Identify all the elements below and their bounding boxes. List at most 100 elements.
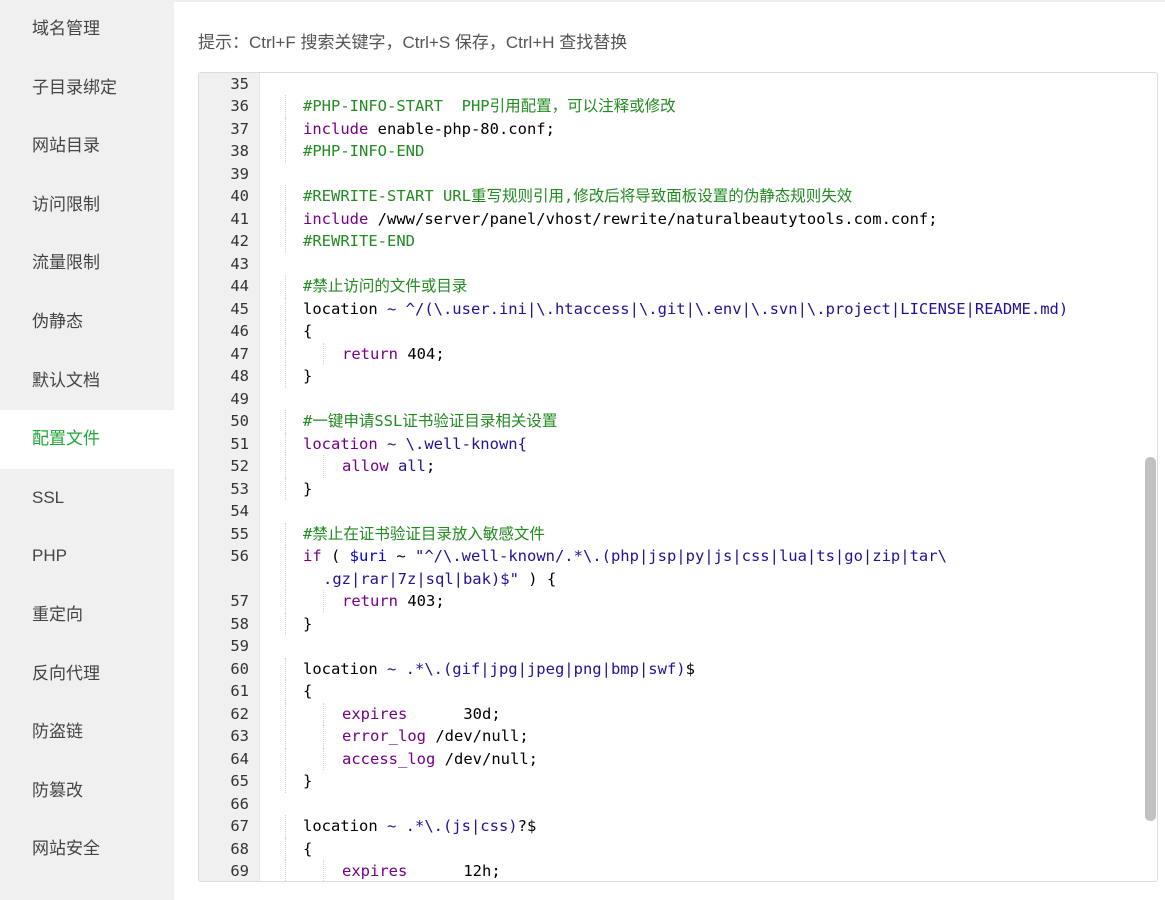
line-text: include /www/server/panel/vhost/rewrite/… [303, 208, 938, 231]
code-token: ?$ [517, 817, 537, 835]
sidebar-item-7[interactable]: 配置文件 [0, 410, 174, 469]
indent-guide [285, 117, 286, 140]
line-number: 45 [230, 299, 249, 318]
line-text: return 403; [342, 590, 445, 613]
line-number: 49 [230, 389, 249, 408]
line-number: 44 [230, 277, 249, 295]
code-token: ~ \.well-known{ [377, 434, 527, 453]
indent-guide [323, 455, 324, 478]
code-token: 403; [398, 592, 445, 610]
sidebar-item-4[interactable]: 流量限制 [0, 234, 174, 293]
code-line: 48} [199, 365, 1157, 388]
line-number: 43 [230, 254, 249, 273]
code-token: { [303, 682, 313, 700]
code-token: allow [342, 457, 389, 475]
indent-guide [285, 815, 286, 838]
wrapped-continuation: .gz|rar|7z|sql|bak)$" ) { [303, 568, 947, 591]
indent-guide [323, 702, 324, 725]
code-token: #PHP-INFO-END [303, 142, 425, 160]
code-line: 57 return 403; [199, 590, 1157, 613]
sidebar-item-10[interactable]: 重定向 [0, 586, 174, 645]
sidebar-item-0[interactable]: 域名管理 [0, 0, 174, 59]
sidebar: 域名管理 子目录绑定 网站目录 访问限制 流量限制 伪静态 默认文档 配置文件 SSL PHP 重定… [0, 0, 174, 900]
sidebar-item-6[interactable]: 默认文档 [0, 352, 174, 411]
line-text: { [303, 680, 312, 703]
line-number: 61 [230, 682, 249, 700]
line-text: } [303, 365, 312, 388]
indent-guide [285, 545, 286, 590]
editor-scrollbar[interactable] [1145, 457, 1156, 821]
code-line: 55 #禁止在证书验证目录放入敏感文件 [199, 522, 1157, 546]
indent-guide [285, 365, 286, 388]
indent-guide [285, 725, 286, 748]
sidebar-item-12[interactable]: 防盗链 [0, 703, 174, 762]
line-number: 68 [230, 839, 249, 858]
code-token: /dev/null; [426, 727, 529, 745]
indent-guide [285, 477, 286, 500]
indent-guide [285, 432, 286, 455]
code-line: 42 #REWRITE-END [199, 230, 1157, 253]
line-number: 63 [230, 727, 249, 745]
line-text: { [303, 838, 312, 861]
indent-guide [285, 612, 286, 635]
code-token: $uri [349, 547, 387, 565]
indent-guide [323, 860, 324, 881]
line-text: location ~ .*\.(gif|jpg|jpeg|png|bmp|swf… [303, 658, 695, 681]
code-token: if [303, 547, 322, 565]
line-number: 54 [230, 502, 249, 520]
indent-guide [285, 860, 286, 881]
line-text: if ( $uri ~ "^/\.well-known/.*\.(php|jsp… [303, 545, 947, 590]
sidebar-item-13[interactable]: 防篡改 [0, 762, 174, 821]
code-line: 52 allow all; [199, 455, 1157, 478]
code-line: 37 include enable-php-80.conf; [199, 117, 1157, 141]
code-line: 59 [199, 635, 1157, 658]
indent-guide [285, 140, 286, 163]
indent-guide [323, 725, 324, 748]
line-text: error_log /dev/null; [342, 725, 529, 748]
code-token: location [303, 299, 378, 318]
line-number: 36 [230, 97, 249, 115]
sidebar-item-3[interactable]: 访问限制 [0, 176, 174, 235]
line-text: #REWRITE-START URL重写规则引用,修改后将导致面板设置的伪静态规… [303, 185, 852, 208]
indent-guide [285, 207, 286, 230]
sidebar-item-5[interactable]: 伪静态 [0, 293, 174, 352]
line-number: 55 [230, 524, 249, 543]
code-line: 50 #一键申请SSL证书验证目录相关设置 [199, 410, 1157, 433]
code-line: 49 [199, 388, 1157, 411]
code-line: 60 location ~ .*\.(gif|jpg|jpeg|png|bmp|s… [199, 657, 1157, 681]
indent-guide [285, 342, 286, 365]
code-token: ~ .*\.(gif|jpg|jpeg|png|bmp|swf) [377, 659, 686, 678]
line-number: 69 [230, 862, 249, 880]
sidebar-item-1[interactable]: 子目录绑定 [0, 59, 174, 118]
line-number: 37 [230, 119, 249, 138]
code-token: 30d; [407, 704, 501, 723]
line-text: { [303, 320, 312, 343]
code-token: #一键申请SSL证书验证目录相关设置 [303, 412, 558, 430]
sidebar-item-11[interactable]: 反向代理 [0, 645, 174, 704]
indent-guide [323, 590, 324, 613]
code-token: #禁止在证书验证目录放入敏感文件 [303, 524, 545, 543]
sidebar-item-14[interactable]: 网站安全 [0, 820, 174, 879]
sidebar-item-8[interactable]: SSL [0, 469, 174, 528]
indent-guide [285, 702, 286, 725]
indent-guide [285, 680, 286, 703]
line-number: 53 [230, 479, 249, 498]
code-token: return [342, 344, 398, 363]
config-code-editor[interactable]: 35 36 #PHP-INFO-START PHP引用配置，可以注释或修改 37 inc… [198, 72, 1158, 882]
code-token: #REWRITE-START URL重写规则引用,修改后将导致面板设置的伪静态规… [303, 187, 853, 205]
indent-guide [285, 410, 286, 433]
code-line: 35 [199, 73, 1157, 95]
sidebar-item-9[interactable]: PHP [0, 527, 174, 586]
code-token: 404; [398, 344, 445, 363]
indent-guide [285, 275, 286, 298]
code-line: 43 [199, 253, 1157, 276]
line-text: include enable-php-80.conf; [303, 118, 555, 141]
line-text: } [303, 770, 312, 793]
code-token: /www/server/panel/vhost/rewrite/naturalb… [368, 209, 938, 228]
sidebar-item-2[interactable]: 网站目录 [0, 117, 174, 176]
line-text: location ~ \.well-known{ [303, 433, 527, 456]
line-text: #禁止在证书验证目录放入敏感文件 [303, 523, 545, 546]
code-line: 58} [199, 612, 1157, 635]
line-number: 47 [230, 344, 249, 363]
code-area[interactable]: 35 36 #PHP-INFO-START PHP引用配置，可以注释或修改 37 inc… [199, 73, 1157, 881]
